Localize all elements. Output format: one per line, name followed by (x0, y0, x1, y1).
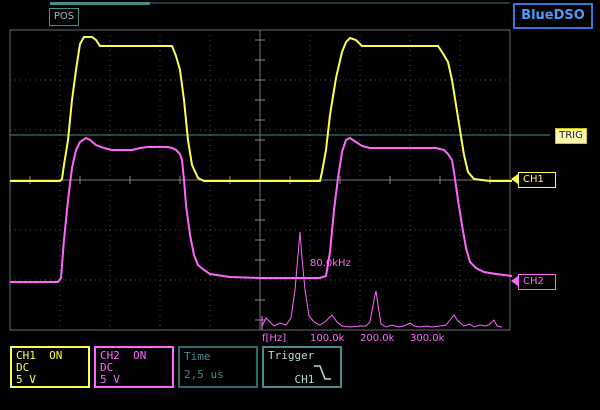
ch1-marker-arrow (511, 174, 518, 184)
fft-tick-100k: 100.0k (310, 333, 345, 344)
ch1-scale: 5 V (16, 373, 36, 386)
trigger-title: Trigger (268, 349, 315, 362)
fft-axis-unit: f[Hz] (262, 333, 286, 344)
ch1-marker[interactable]: CH1 (518, 172, 556, 188)
scope-display: 80.0kHz f[Hz] 100.0k 200.0k 300.0k (9, 29, 550, 344)
ch1-state: ON (49, 349, 63, 362)
time-title: Time (184, 350, 211, 363)
fft-peak-label: 80.0kHz (310, 258, 351, 269)
ch2-state: ON (133, 349, 147, 362)
ch2-marker[interactable]: CH2 (518, 274, 556, 290)
ch2-settings-panel[interactable]: CH2 ON DC 5 V (94, 346, 174, 388)
time-value: 2,5 us (184, 368, 224, 381)
trigger-settings-panel[interactable]: Trigger CH1 (262, 346, 342, 388)
falling-edge-icon (314, 365, 331, 380)
ch2-marker-arrow (511, 276, 518, 286)
trigger-marker[interactable]: TRIG (555, 128, 587, 144)
ch2-scale: 5 V (100, 373, 120, 386)
time-settings-panel[interactable]: Time 2,5 us (178, 346, 258, 388)
ch1-waveform (10, 36, 512, 182)
fft-tick-300k: 300.0k (410, 333, 445, 344)
ch1-settings-panel[interactable]: CH1 ON DC 5 V (10, 346, 90, 388)
fft-tick-200k: 200.0k (360, 333, 395, 344)
